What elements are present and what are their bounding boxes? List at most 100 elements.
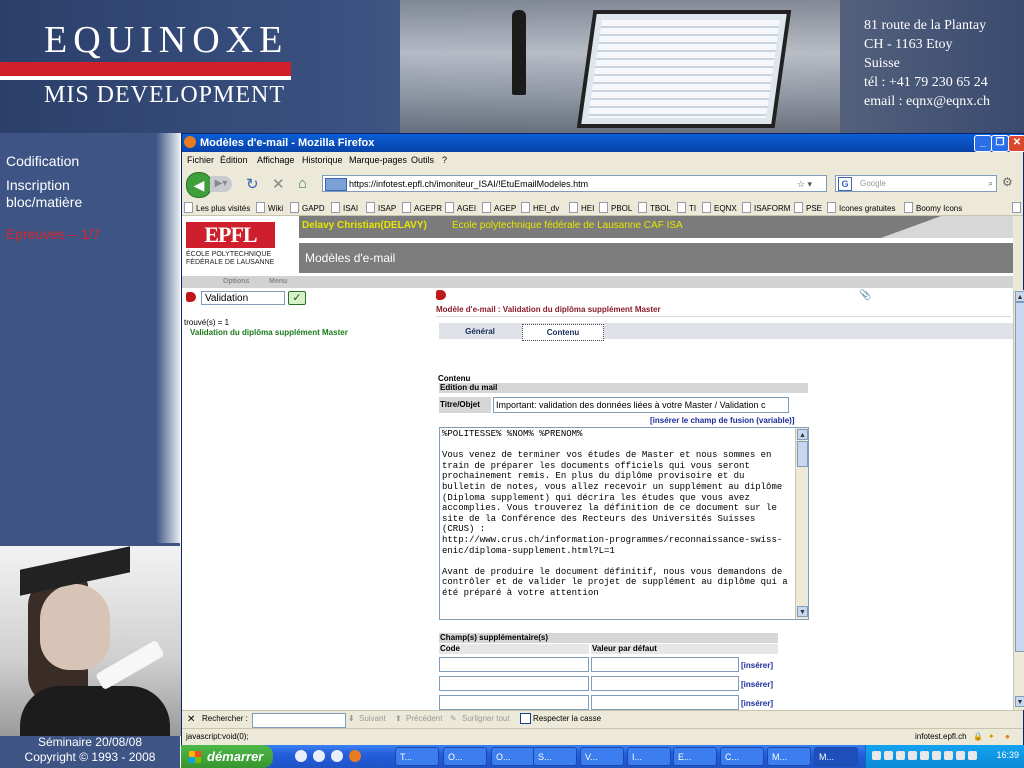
taskbar-item[interactable]: E... (673, 747, 717, 766)
code-field[interactable] (439, 695, 589, 710)
addon-icon[interactable]: ✦ (988, 732, 995, 741)
menu-outils[interactable]: Outils (411, 155, 434, 165)
insert-variable-link[interactable]: [insérer le champ de fusion (variable)] (650, 416, 794, 425)
highlight-all-button[interactable]: Surligner tout (462, 714, 510, 723)
bookmark-item[interactable]: ISAP (366, 202, 396, 213)
menu-historique[interactable]: Historique (302, 155, 343, 165)
window-titlebar[interactable]: Modèles d'e-mail - Mozilla Firefox _ ❐ ✕ (182, 134, 1024, 152)
find-next-arrow-icon[interactable]: ⬇ (348, 714, 355, 723)
bookmark-item[interactable]: TBOL (638, 202, 671, 213)
tray-icon[interactable] (944, 751, 953, 760)
bookmark-item[interactable]: Les plus visités (184, 202, 250, 213)
bookmark-item[interactable]: Wiki (256, 202, 283, 213)
start-button[interactable]: démarrer (181, 745, 273, 768)
code-field[interactable] (439, 676, 589, 691)
forward-button[interactable]: ▶▾ (210, 176, 232, 192)
bookmark-item[interactable]: AGEPR (402, 202, 442, 213)
find-prev-arrow-icon[interactable]: ⬆ (395, 714, 402, 723)
default-value-field[interactable] (591, 695, 739, 710)
default-value-field[interactable] (591, 676, 739, 691)
find-prev-button[interactable]: Précédent (406, 714, 442, 723)
home-icon[interactable]: ⌂ (298, 175, 307, 192)
menu-help[interactable]: ? (442, 155, 447, 165)
quicklaunch-firefox-icon[interactable] (349, 750, 361, 762)
bookmark-item[interactable]: Boomy Icons (904, 202, 962, 213)
code-field[interactable] (439, 657, 589, 672)
search-input[interactable]: G Google ⌕ (835, 175, 997, 192)
sidebar-item-epreuves[interactable]: Epreuves – 1/7 (6, 226, 166, 243)
tray-icon[interactable] (896, 751, 905, 760)
menu-marque-pages[interactable]: Marque-pages (349, 155, 407, 165)
hand-icon[interactable] (436, 290, 446, 300)
hand-icon[interactable] (186, 292, 196, 302)
tray-icon[interactable] (920, 751, 929, 760)
sidebar-item-inscription[interactable]: Inscription bloc/matière (6, 177, 116, 211)
bookmark-item[interactable]: Icones gratuites (827, 202, 895, 213)
taskbar-item[interactable]: C... (720, 747, 764, 766)
scroll-down-icon[interactable]: ▼ (797, 606, 808, 617)
scroll-thumb[interactable] (797, 441, 808, 467)
bookmark-item[interactable]: AGEI (445, 202, 476, 213)
bookmark-item[interactable]: ISAI (331, 202, 358, 213)
scroll-down-icon[interactable]: ▼ (1015, 696, 1024, 707)
paperclip-icon[interactable]: 📎 (859, 290, 871, 301)
menu-link[interactable]: Menu (269, 278, 287, 285)
back-button[interactable]: ◀ (186, 172, 212, 198)
options-link[interactable]: Options (223, 278, 249, 285)
search-go-button[interactable]: ✓ (288, 291, 306, 305)
tray-icon[interactable] (908, 751, 917, 760)
minimize-button[interactable]: _ (974, 135, 992, 152)
bookmark-item[interactable]: GAPD (290, 202, 325, 213)
taskbar-item[interactable]: S... (533, 747, 577, 766)
bookmark-item[interactable]: HEI_dv (521, 202, 559, 213)
tray-icon[interactable] (932, 751, 941, 760)
taskbar-item[interactable]: I... (627, 747, 671, 766)
search-icon[interactable]: ⌕ (989, 176, 993, 191)
match-case-label[interactable]: Respecter la casse (533, 714, 601, 723)
firefox-status-icon[interactable]: ● (1005, 732, 1010, 741)
tray-icon[interactable] (968, 751, 977, 760)
taskbar-item[interactable]: O... (443, 747, 487, 766)
bookmark-item[interactable]: EQNX (702, 202, 737, 213)
bookmark-item[interactable]: PBOL (599, 202, 632, 213)
tray-icon[interactable] (872, 751, 881, 760)
quicklaunch-icon[interactable] (295, 750, 307, 762)
sidebar-item-codification[interactable]: Codification (6, 153, 166, 170)
url-bar[interactable]: https://infotest.epfl.ch/imoniteur_ISAI/… (322, 175, 827, 192)
textarea-scrollbar[interactable]: ▲ ▼ (795, 428, 808, 619)
scroll-up-icon[interactable]: ▲ (797, 429, 808, 440)
bookmark-item[interactable]: AGEP (482, 202, 516, 213)
page-scrollbar[interactable]: ▲ ▼ (1013, 290, 1024, 710)
scroll-up-icon[interactable]: ▲ (1015, 291, 1024, 302)
quicklaunch-icon[interactable] (313, 750, 325, 762)
taskbar-item[interactable]: M... (767, 747, 811, 766)
taskbar-item[interactable]: O... (491, 747, 535, 766)
tab-general[interactable]: Général (440, 324, 520, 339)
subject-input[interactable]: Important: validation des données liées … (493, 397, 789, 413)
find-input[interactable] (252, 713, 346, 728)
menu-fichier[interactable]: Fichier (187, 155, 214, 165)
menu-affichage[interactable]: Affichage (257, 155, 294, 165)
bookmarks-overflow-chevron-icon[interactable]: » (1012, 202, 1024, 213)
mail-body-textarea[interactable]: %POLITESSE% %NOM% %PRENOM% Vous venez de… (439, 427, 809, 620)
result-link[interactable]: Validation du diplôma supplément Master (190, 328, 348, 337)
highlight-icon[interactable]: ✎ (450, 714, 457, 723)
taskbar-item[interactable]: V... (580, 747, 624, 766)
google-icon[interactable]: G (838, 177, 852, 191)
taskbar-item-active[interactable]: M... (814, 747, 858, 766)
search-field[interactable]: Validation (201, 291, 285, 305)
bookmark-item[interactable]: HEI (569, 202, 594, 213)
reload-icon[interactable]: ↻ (246, 175, 259, 193)
tab-contenu[interactable]: Contenu (522, 324, 604, 341)
maximize-button[interactable]: ❐ (991, 135, 1009, 152)
menu-gear-icon[interactable]: ⚙ (1002, 175, 1013, 189)
bookmark-item[interactable]: TI (677, 202, 696, 213)
menu-edition[interactable]: Édition (220, 155, 248, 165)
find-next-button[interactable]: Suivant (359, 714, 386, 723)
find-close-icon[interactable]: ✕ (187, 714, 195, 725)
bookmark-item[interactable]: PSE (794, 202, 822, 213)
insert-link[interactable]: [insérer] (741, 661, 773, 670)
insert-link[interactable]: [insérer] (741, 699, 773, 708)
stop-icon[interactable]: ✕ (272, 175, 285, 193)
tray-icon[interactable] (956, 751, 965, 760)
